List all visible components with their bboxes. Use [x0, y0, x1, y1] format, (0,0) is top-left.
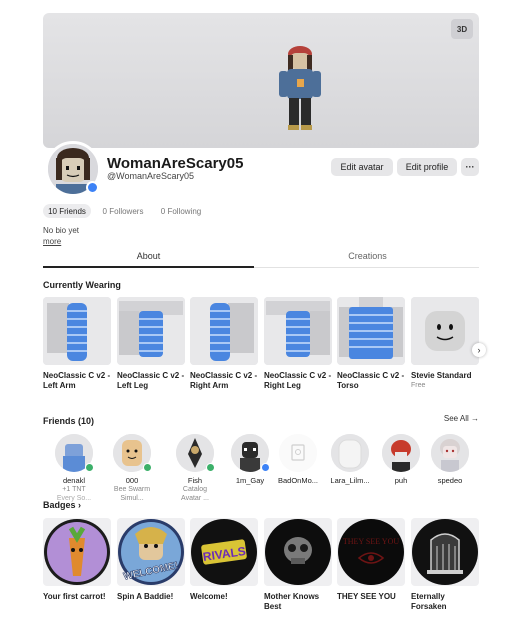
badge-name: Your first carrot!	[43, 592, 106, 601]
bio-text: No bio yet	[43, 226, 80, 235]
badge-tile[interactable]: Mother Knows Best	[264, 518, 332, 612]
avatar-3d-figure	[279, 46, 321, 130]
friend-tile[interactable]: denakl +1 TNT Every So...	[45, 434, 103, 503]
wearing-item[interactable]: NeoClassic C v2 - Left Arm	[43, 297, 111, 391]
in-game-status-icon	[143, 463, 152, 472]
friend-name: Lara_Lilm...	[330, 476, 370, 485]
item-thumbnail	[117, 297, 185, 365]
wearing-item[interactable]: Stevie Standard Free	[411, 297, 479, 389]
friend-tile[interactable]: BadOnMo...	[269, 434, 327, 485]
badge-thumbnail	[43, 518, 111, 586]
badge-name: Eternally Forsaken	[411, 592, 447, 611]
badge-thumbnail	[264, 518, 332, 586]
in-game-status-icon	[85, 463, 94, 472]
friends-title: Friends (10)	[43, 416, 95, 426]
item-name: NeoClassic C v2 - Torso	[337, 371, 405, 390]
friend-game: Catalog	[182, 486, 208, 493]
badge-name: THEY SEE YOU	[337, 592, 396, 601]
badge-name: Mother Knows Best	[264, 592, 320, 611]
friends-count-pill[interactable]: 10 Friends	[43, 204, 91, 218]
item-thumbnail	[43, 297, 111, 365]
in-game-status-icon	[206, 463, 215, 472]
item-name: NeoClassic C v2 - Left Leg	[117, 371, 185, 390]
tab-about[interactable]: About	[43, 251, 254, 261]
following-count-pill[interactable]: 0 Following	[155, 204, 207, 218]
badge-thumbnail: WELCOME!	[117, 518, 185, 586]
friend-tile[interactable]: Lara_Lilm...	[321, 434, 379, 485]
badge-name: Spin A Baddie!	[117, 592, 174, 601]
badge-art-text: THEY SEE YOU	[343, 537, 400, 546]
badges-title: Badges ›	[43, 500, 81, 510]
friend-name: spedeo	[437, 476, 463, 485]
item-price: Free	[411, 382, 426, 389]
friend-game-2: Simul...	[120, 495, 144, 502]
badge-tile[interactable]: Your first carrot!	[43, 518, 111, 602]
item-thumbnail	[190, 297, 258, 365]
friend-avatar	[113, 434, 152, 472]
wearing-item[interactable]: NeoClassic C v2 - Left Leg	[117, 297, 185, 391]
friend-tile[interactable]: Fish Catalog Avatar ...	[166, 434, 224, 503]
online-status-icon	[86, 181, 99, 194]
active-tab-indicator	[43, 266, 254, 268]
followers-count-pill[interactable]: 0 Followers	[97, 204, 149, 218]
item-thumbnail	[264, 297, 332, 365]
friend-avatar	[331, 434, 369, 472]
friend-game: Bee Swarm	[113, 486, 151, 493]
badges-title-text: Badges	[43, 500, 76, 510]
display-name: WomanAreScary05	[107, 155, 244, 172]
friend-avatar	[55, 434, 94, 472]
friend-avatar	[431, 434, 469, 472]
badge-name: Welcome!	[190, 592, 228, 601]
item-name: NeoClassic C v2 - Right Leg	[264, 371, 332, 390]
friend-name: denakl	[62, 476, 86, 485]
friend-avatar	[231, 434, 270, 472]
badge-tile[interactable]: Eternally Forsaken	[411, 518, 479, 612]
item-name: Stevie Standard	[411, 371, 472, 380]
friend-name: 000	[125, 476, 139, 485]
wearing-item[interactable]: NeoClassic C v2 - Torso	[337, 297, 405, 391]
friend-name: Fish	[187, 476, 203, 485]
badge-tile[interactable]: WELCOME! Spin A Baddie!	[117, 518, 185, 602]
friend-avatar	[279, 434, 317, 472]
friend-game-2: Avatar ...	[181, 495, 209, 502]
username-handle: @WomanAreScary05	[107, 171, 195, 181]
edit-profile-button[interactable]: Edit profile	[397, 158, 457, 176]
item-name: NeoClassic C v2 - Left Arm	[43, 371, 111, 390]
currently-wearing-title: Currently Wearing	[43, 280, 121, 290]
edit-avatar-button[interactable]: Edit avatar	[331, 158, 393, 176]
see-all-friends-link[interactable]: See All →	[444, 414, 479, 423]
wearing-item[interactable]: NeoClassic C v2 - Right Arm	[190, 297, 258, 391]
item-name: NeoClassic C v2 - Right Arm	[190, 371, 258, 390]
item-thumbnail	[337, 297, 405, 365]
friend-avatar	[176, 434, 215, 472]
friend-game: +1 TNT	[62, 486, 86, 493]
view-3d-button[interactable]: 3D	[451, 19, 473, 39]
friend-avatar	[382, 434, 420, 472]
friend-tile[interactable]: 000 Bee Swarm Simul...	[103, 434, 161, 503]
chevron-right-icon[interactable]: ›	[78, 500, 81, 510]
wearing-item[interactable]: NeoClassic C v2 - Right Leg	[264, 297, 332, 391]
bio-more-link[interactable]: more	[43, 237, 61, 246]
friend-tile[interactable]: spedeo	[421, 434, 479, 485]
friend-name: BadOnMo...	[277, 476, 319, 485]
badge-tile[interactable]: THEY SEE YOU THEY SEE YOU	[337, 518, 405, 602]
badge-thumbnail	[411, 518, 479, 586]
carousel-next-button[interactable]: ›	[472, 343, 486, 357]
tab-creations[interactable]: Creations	[262, 251, 473, 261]
item-thumbnail	[411, 297, 479, 365]
badge-tile[interactable]: RIVALS Welcome!	[190, 518, 258, 602]
badge-thumbnail: THEY SEE YOU	[337, 518, 405, 586]
more-options-button[interactable]: ···	[461, 158, 479, 176]
badge-thumbnail: RIVALS	[190, 518, 258, 586]
avatar-banner: 3D	[43, 13, 479, 148]
